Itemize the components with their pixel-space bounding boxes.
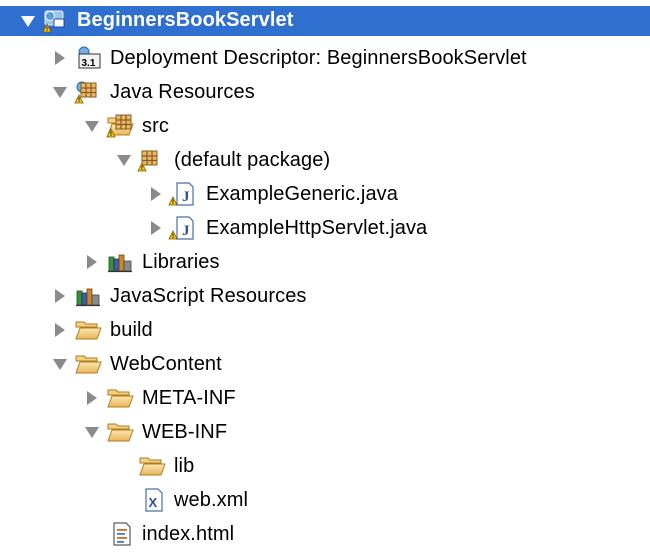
tree-row-webcontent[interactable]: WebContent: [0, 347, 650, 381]
expand-toggle[interactable]: [52, 322, 68, 338]
tree-label-deployment-descriptor: Deployment Descriptor: BeginnersBookServ…: [110, 47, 527, 69]
tree-label-lib: lib: [174, 455, 195, 477]
tree-row-src[interactable]: src: [0, 109, 650, 143]
expand-toggle[interactable]: [20, 13, 36, 29]
html-file-icon: [106, 521, 134, 547]
tree-label-src: src: [142, 115, 169, 137]
deployment-descriptor-icon: 3.1: [74, 45, 102, 71]
expand-toggle[interactable]: [52, 288, 68, 304]
tree-label-web-inf: WEB-INF: [142, 421, 228, 443]
version-badge: 3.1: [82, 58, 96, 69]
expand-toggle[interactable]: [84, 254, 100, 270]
collapse-toggle[interactable]: [52, 84, 68, 100]
tree-row-index-html[interactable]: index.html: [0, 517, 650, 551]
java-resources-icon: [74, 79, 102, 105]
java-file-icon: [168, 181, 196, 207]
tree-label-webcontent: WebContent: [110, 353, 222, 375]
tree-row-libraries[interactable]: Libraries: [0, 245, 650, 279]
tree-row-web-inf[interactable]: WEB-INF: [0, 415, 650, 449]
tree-row-web-xml[interactable]: X web.xml: [0, 483, 650, 517]
tree-row-build[interactable]: build: [0, 313, 650, 347]
collapse-toggle[interactable]: [52, 356, 68, 372]
libraries-icon: [106, 249, 134, 275]
tree-label-meta-inf: META-INF: [142, 387, 236, 409]
tree-row-meta-inf[interactable]: META-INF: [0, 381, 650, 415]
expand-toggle[interactable]: [52, 50, 68, 66]
folder-icon: [106, 385, 134, 411]
tree-label-web-xml: web.xml: [174, 489, 249, 511]
java-file-icon: [168, 215, 196, 241]
tree-label-javascript-resources: JavaScript Resources: [110, 285, 307, 307]
tree-row-deployment-descriptor[interactable]: 3.1 Deployment Descriptor: BeginnersBook…: [0, 41, 650, 75]
collapse-toggle[interactable]: [84, 424, 100, 440]
folder-open-icon: [74, 351, 102, 377]
tree-row-java-resources[interactable]: Java Resources: [0, 75, 650, 109]
javascript-resources-icon: [74, 283, 102, 309]
tree-label-example-http-servlet: ExampleHttpServlet.java: [206, 217, 428, 239]
next-row-clipped: [40, 549, 70, 554]
collapse-toggle[interactable]: [84, 118, 100, 134]
folder-open-icon: [106, 419, 134, 445]
tree-label-java-resources: Java Resources: [110, 81, 255, 103]
tree-label-build: build: [110, 319, 153, 341]
package-icon: [137, 147, 165, 173]
tree-row-project[interactable]: BeginnersBookServlet: [0, 6, 650, 36]
expand-toggle[interactable]: [148, 186, 164, 202]
tree-row-default-package[interactable]: (default package): [0, 143, 650, 177]
svg-text:X: X: [149, 495, 158, 510]
tree-row-lib[interactable]: lib: [0, 449, 650, 483]
collapse-toggle[interactable]: [116, 152, 132, 168]
tree-label-libraries: Libraries: [142, 251, 220, 273]
tree-label-example-generic: ExampleGeneric.java: [206, 183, 398, 205]
source-folder-icon: [106, 113, 134, 139]
tree-label-index-html: index.html: [142, 523, 235, 545]
xml-file-icon: X: [138, 487, 166, 513]
tree-row-example-generic[interactable]: ExampleGeneric.java: [0, 177, 650, 211]
tree-row-example-http-servlet[interactable]: ExampleHttpServlet.java: [0, 211, 650, 245]
project-explorer-tree: BeginnersBookServlet 3.1 Deployment Desc…: [0, 0, 650, 554]
tree-label-default-package: (default package): [174, 149, 331, 171]
tree-row-javascript-resources[interactable]: JavaScript Resources: [0, 279, 650, 313]
folder-icon: [74, 317, 102, 343]
tree-label-project: BeginnersBookServlet: [77, 9, 294, 31]
expand-toggle[interactable]: [148, 220, 164, 236]
web-project-icon: [40, 7, 68, 33]
expand-toggle[interactable]: [84, 390, 100, 406]
folder-icon: [138, 453, 166, 479]
